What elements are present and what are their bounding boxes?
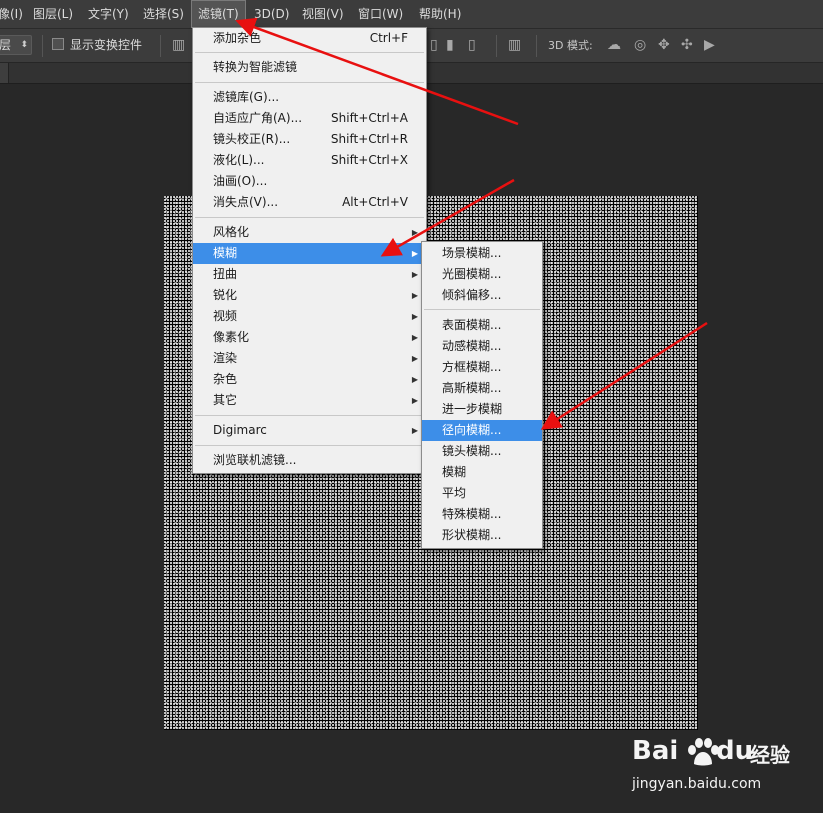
align-top-icon[interactable]: ▥ (172, 37, 185, 53)
auto-align-icon[interactable]: ▥ (508, 37, 521, 53)
menu-item-average[interactable]: 平均 (422, 483, 542, 504)
menu-item-lens-correction[interactable]: 镜头校正(R)... Shift+Ctrl+R (193, 129, 426, 150)
submenu-arrow-icon: ▶ (411, 333, 418, 342)
3d-pan-icon[interactable]: ✥ (658, 37, 670, 53)
distribute-right-icon[interactable]: ▯ (468, 37, 476, 53)
watermark-cn: 经验 (750, 743, 790, 767)
submenu-arrow-icon: ▶ (411, 312, 418, 321)
submenu-arrow-icon: ▶ (411, 249, 418, 258)
menu-layer[interactable]: 图层(L) (33, 0, 73, 28)
watermark-brand: Bai (632, 736, 679, 766)
menu-item-noise[interactable]: 杂色 ▶ (193, 369, 426, 390)
menu-bar: 像(I) 图层(L) 文字(Y) 选择(S) 滤镜(T) 3D(D) 视图(V)… (0, 0, 823, 29)
menu-item-render[interactable]: 渲染 ▶ (193, 348, 426, 369)
menu-item-box-blur[interactable]: 方框模糊... (422, 357, 542, 378)
menu-separator (424, 309, 540, 310)
menu-item-surface-blur[interactable]: 表面模糊... (422, 315, 542, 336)
baidu-jingyan-watermark: Bai du 经验 jingyan.baidu.com (630, 734, 810, 804)
menu-item-iris-blur[interactable]: 光圈模糊... (422, 264, 542, 285)
3d-camera-icon[interactable]: ▶ (704, 37, 715, 53)
divider (536, 35, 537, 57)
menu-select[interactable]: 选择(S) (143, 0, 184, 28)
submenu-arrow-icon: ▶ (411, 270, 418, 279)
3d-mode-label: 3D 模式: (548, 39, 593, 52)
submenu-arrow-icon: ▶ (411, 396, 418, 405)
menu-item-sharpen[interactable]: 锐化 ▶ (193, 285, 426, 306)
watermark-url: jingyan.baidu.com (632, 776, 762, 792)
divider (496, 35, 497, 57)
menu-separator (195, 445, 424, 446)
menu-item-pixelate[interactable]: 像素化 ▶ (193, 327, 426, 348)
menu-item-other[interactable]: 其它 ▶ (193, 390, 426, 411)
menu-separator (195, 217, 424, 218)
menu-item-lens-blur[interactable]: 镜头模糊... (422, 441, 542, 462)
show-transform-label: 显示变换控件 (70, 38, 143, 52)
menu-item-smart-blur[interactable]: 特殊模糊... (422, 504, 542, 525)
document-tab[interactable] (0, 63, 9, 83)
menu-item-adaptive-wide-angle[interactable]: 自适应广角(A)... Shift+Ctrl+A (193, 108, 426, 129)
filter-menu: 添加杂色 Ctrl+F 转换为智能滤镜 滤镜库(G)... 自适应广角(A)...… (192, 27, 427, 474)
menu-item-stylize[interactable]: 风格化 ▶ (193, 222, 426, 243)
divider (42, 35, 43, 57)
watermark-brand-suffix: du (716, 736, 754, 766)
menu-item-blur[interactable]: 模糊 ▶ (193, 243, 426, 264)
menu-separator (195, 415, 424, 416)
3d-slide-icon[interactable]: ✣ (681, 37, 693, 53)
show-transform-checkbox[interactable] (52, 38, 64, 50)
menu-item-gaussian-blur[interactable]: 高斯模糊... (422, 378, 542, 399)
3d-roll-icon[interactable]: ◎ (634, 37, 646, 53)
submenu-arrow-icon: ▶ (411, 375, 418, 384)
menu-image[interactable]: 像(I) (0, 0, 23, 28)
menu-window[interactable]: 窗口(W) (358, 0, 403, 28)
divider (160, 35, 161, 57)
menu-item-radial-blur[interactable]: 径向模糊... (422, 420, 542, 441)
menu-separator (195, 82, 424, 83)
menu-item-convert-smart-filter[interactable]: 转换为智能滤镜 (193, 57, 426, 78)
3d-rotate-icon[interactable]: ☁ (607, 37, 621, 53)
menu-item-tilt-shift[interactable]: 倾斜偏移... (422, 285, 542, 306)
menu-item-vanishing-point[interactable]: 消失点(V)... Alt+Ctrl+V (193, 192, 426, 213)
submenu-arrow-icon: ▶ (411, 426, 418, 435)
menu-3d[interactable]: 3D(D) (254, 0, 289, 28)
submenu-arrow-icon: ▶ (411, 228, 418, 237)
menu-item-browse-online-filters[interactable]: 浏览联机滤镜... (193, 450, 426, 471)
menu-item-liquify[interactable]: 液化(L)... Shift+Ctrl+X (193, 150, 426, 171)
menu-help[interactable]: 帮助(H) (419, 0, 461, 28)
menu-item-field-blur[interactable]: 场景模糊... (422, 243, 542, 264)
submenu-arrow-icon: ▶ (411, 354, 418, 363)
menu-separator (195, 52, 424, 53)
blur-submenu: 场景模糊... 光圈模糊... 倾斜偏移... 表面模糊... 动感模糊... … (421, 241, 543, 549)
menu-item-blur[interactable]: 模糊 (422, 462, 542, 483)
auto-select-dropdown[interactable]: 层 ⬍ (0, 35, 32, 55)
updown-arrow-icon: ⬍ (20, 40, 28, 50)
paw-icon (688, 738, 719, 766)
menu-item-motion-blur[interactable]: 动感模糊... (422, 336, 542, 357)
menu-item-digimarc[interactable]: Digimarc ▶ (193, 420, 426, 441)
menu-item-blur-more[interactable]: 进一步模糊 (422, 399, 542, 420)
auto-select-value: 层 (0, 38, 12, 52)
menu-filter[interactable]: 滤镜(T) (191, 0, 246, 28)
distribute-hcenter-icon[interactable]: ▮ (446, 37, 454, 53)
submenu-arrow-icon: ▶ (411, 291, 418, 300)
menu-item-shape-blur[interactable]: 形状模糊... (422, 525, 542, 546)
menu-item-video[interactable]: 视频 ▶ (193, 306, 426, 327)
menu-item-distort[interactable]: 扭曲 ▶ (193, 264, 426, 285)
menu-item-add-noise[interactable]: 添加杂色 Ctrl+F (193, 28, 426, 49)
distribute-left-icon[interactable]: ▯ (430, 37, 438, 53)
menu-view[interactable]: 视图(V) (302, 0, 344, 28)
menu-item-oil-paint[interactable]: 油画(O)... (193, 171, 426, 192)
menu-item-filter-gallery[interactable]: 滤镜库(G)... (193, 87, 426, 108)
menu-type[interactable]: 文字(Y) (88, 0, 129, 28)
